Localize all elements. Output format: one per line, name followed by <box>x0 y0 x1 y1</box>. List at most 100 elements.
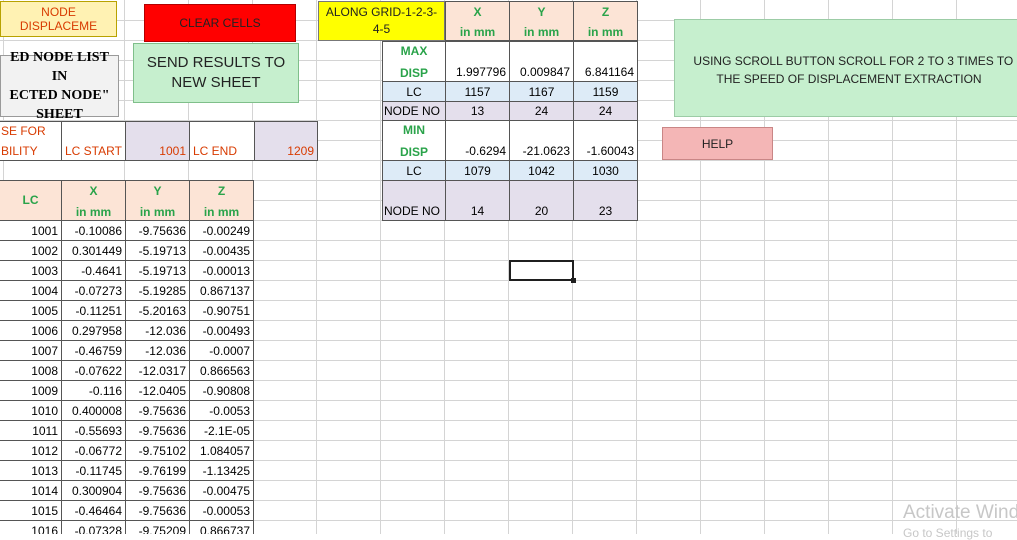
lc-start-label: LC START <box>61 121 126 161</box>
node-list-label-2: ECTED NODE" <box>9 88 110 103</box>
table-cell-y[interactable]: -9.75102 <box>125 440 190 461</box>
table-cell-lc[interactable]: 1014 <box>0 480 62 501</box>
table-cell-lc[interactable]: 1015 <box>0 500 62 521</box>
table-cell-x[interactable]: 0.301449 <box>61 240 126 261</box>
table-cell-x[interactable]: -0.55693 <box>61 420 126 441</box>
node-displacement-button[interactable]: NODE DISPLACEME <box>0 1 117 37</box>
table-cell-x[interactable]: -0.46464 <box>61 500 126 521</box>
table-cell-lc[interactable]: 1007 <box>0 340 62 361</box>
table-cell-y[interactable]: -12.036 <box>125 340 190 361</box>
table-cell-z[interactable]: -0.90808 <box>189 380 254 401</box>
table-cell-z[interactable]: 0.867137 <box>189 280 254 301</box>
table-row: 1013 -0.11745 -9.76199 -1.13425 <box>0 460 255 481</box>
table-cell-z[interactable]: -0.00053 <box>189 500 254 521</box>
table-cell-z[interactable]: 1.084057 <box>189 440 254 461</box>
table-row: 1011 -0.55693 -9.75636 -2.1E-05 <box>0 420 255 441</box>
table-cell-z[interactable]: -0.00435 <box>189 240 254 261</box>
min-disp-y: -21.0623 <box>509 120 574 161</box>
table-cell-lc[interactable]: 1013 <box>0 460 62 481</box>
table-cell-y[interactable]: -5.19713 <box>125 240 190 261</box>
table-cell-x[interactable]: -0.4641 <box>61 260 126 281</box>
table-row: 1003 -0.4641 -5.19713 -0.00013 <box>0 260 255 281</box>
table-cell-y[interactable]: -12.0317 <box>125 360 190 381</box>
table-unit-z: in mm <box>203 205 240 219</box>
table-row: 1006 0.297958 -12.036 -0.00493 <box>0 320 255 341</box>
node-displacement-label: NODE DISPLACEME <box>19 5 98 33</box>
node-list-button[interactable]: ED NODE LIST IN ECTED NODE" SHEET <box>0 50 119 122</box>
table-cell-z[interactable]: -0.0053 <box>189 400 254 421</box>
max-lc-label: LC <box>382 81 446 102</box>
table-axis-y: Y <box>153 184 162 198</box>
table-cell-y[interactable]: -9.75636 <box>125 220 190 241</box>
table-cell-y[interactable]: -5.19713 <box>125 260 190 281</box>
table-cell-x[interactable]: -0.116 <box>61 380 126 401</box>
table-cell-x[interactable]: 0.300904 <box>61 480 126 501</box>
table-row: 1002 0.301449 -5.19713 -0.00435 <box>0 240 255 261</box>
table-cell-z[interactable]: -0.0007 <box>189 340 254 361</box>
table-cell-z[interactable]: -0.00475 <box>189 480 254 501</box>
table-cell-lc[interactable]: 1009 <box>0 380 62 401</box>
table-cell-y[interactable]: -9.76199 <box>125 460 190 481</box>
table-cell-z[interactable]: -2.1E-05 <box>189 420 254 441</box>
table-cell-lc[interactable]: 1001 <box>0 220 62 241</box>
max-node-z: 24 <box>573 101 638 121</box>
table-cell-y[interactable]: -5.20163 <box>125 300 190 321</box>
table-cell-lc[interactable]: 1008 <box>0 360 62 381</box>
max-label-cell: MAX DISP <box>382 41 446 82</box>
table-cell-z[interactable]: 0.866737 <box>189 520 254 534</box>
table-cell-y[interactable]: -9.75636 <box>125 420 190 441</box>
fill-handle[interactable] <box>571 278 576 283</box>
clear-cells-button[interactable]: CLEAR CELLS <box>144 4 296 42</box>
max-lc-z: 1159 <box>573 81 638 102</box>
table-cell-x[interactable]: -0.06772 <box>61 440 126 461</box>
min-lc-label: LC <box>382 160 446 181</box>
lc-end-input[interactable]: 1209 <box>254 121 318 161</box>
send-results-button[interactable]: SEND RESULTS TO NEW SHEET <box>133 43 299 103</box>
lc-start-input[interactable]: 1001 <box>125 121 190 161</box>
table-cell-z[interactable]: 0.866563 <box>189 360 254 381</box>
table-cell-lc[interactable]: 1012 <box>0 440 62 461</box>
table-cell-y[interactable]: -5.19285 <box>125 280 190 301</box>
table-row: 1010 0.400008 -9.75636 -0.0053 <box>0 400 255 421</box>
grid-selector-cell[interactable]: ALONG GRID-1-2-3- 4-5 <box>318 1 445 41</box>
table-cell-lc[interactable]: 1005 <box>0 300 62 321</box>
table-cell-y[interactable]: -9.75209 <box>125 520 190 534</box>
table-cell-lc[interactable]: 1003 <box>0 260 62 281</box>
max-label-2: DISP <box>399 66 428 80</box>
table-cell-y[interactable]: -9.75636 <box>125 480 190 501</box>
table-cell-lc[interactable]: 1010 <box>0 400 62 421</box>
help-button[interactable]: HELP <box>662 127 773 160</box>
scroll-tip-button[interactable]: USING SCROLL BUTTON SCROLL FOR 2 TO 3 TI… <box>674 19 1017 117</box>
table-cell-z[interactable]: -0.00013 <box>189 260 254 281</box>
table-cell-lc[interactable]: 1011 <box>0 420 62 441</box>
max-node-x: 13 <box>445 101 510 121</box>
table-cell-lc[interactable]: 1002 <box>0 240 62 261</box>
table-cell-x[interactable]: 0.297958 <box>61 320 126 341</box>
table-cell-lc[interactable]: 1016 <box>0 520 62 534</box>
max-disp-z: 6.841164 <box>573 41 638 82</box>
table-cell-y[interactable]: -9.75636 <box>125 500 190 521</box>
table-cell-x[interactable]: -0.07273 <box>61 280 126 301</box>
scroll-tip-line-2: THE SPEED OF DISPLACEMENT EXTRACTION <box>716 72 982 86</box>
table-cell-z[interactable]: -0.00249 <box>189 220 254 241</box>
table-cell-lc[interactable]: 1006 <box>0 320 62 341</box>
table-cell-y[interactable]: -12.0405 <box>125 380 190 401</box>
table-cell-x[interactable]: -0.46759 <box>61 340 126 361</box>
table-cell-z[interactable]: -1.13425 <box>189 460 254 481</box>
table-cell-x[interactable]: -0.11745 <box>61 460 126 481</box>
table-cell-z[interactable]: -0.90751 <box>189 300 254 321</box>
table-cell-x[interactable]: -0.11251 <box>61 300 126 321</box>
table-cell-x[interactable]: -0.10086 <box>61 220 126 241</box>
table-header-lc-label: LC <box>22 192 39 207</box>
table-cell-y[interactable]: -9.75636 <box>125 400 190 421</box>
table-axis-z: Z <box>217 184 226 198</box>
table-cell-x[interactable]: -0.07328 <box>61 520 126 534</box>
node-list-label-1: ED NODE LIST IN <box>10 50 109 84</box>
table-cell-x[interactable]: 0.400008 <box>61 400 126 421</box>
table-cell-y[interactable]: -12.036 <box>125 320 190 341</box>
min-lc-y: 1042 <box>509 160 574 181</box>
active-cell-selection[interactable] <box>509 260 576 283</box>
table-cell-x[interactable]: -0.07622 <box>61 360 126 381</box>
table-cell-z[interactable]: -0.00493 <box>189 320 254 341</box>
table-cell-lc[interactable]: 1004 <box>0 280 62 301</box>
